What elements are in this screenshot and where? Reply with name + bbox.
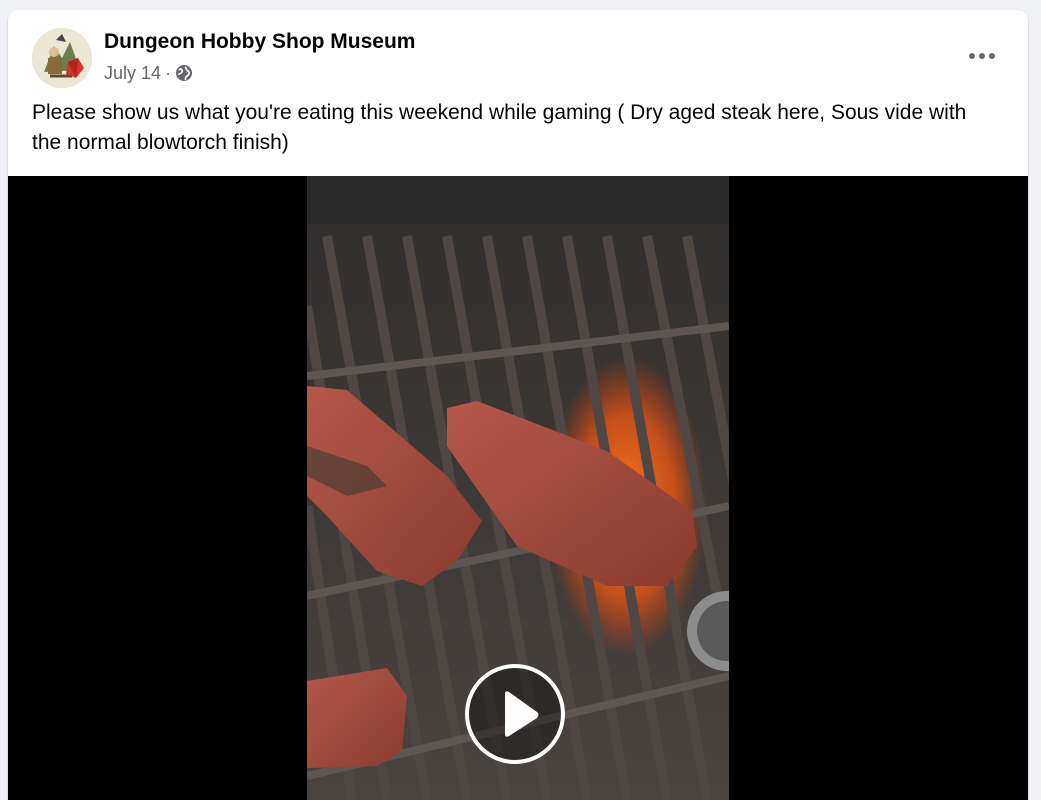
more-options-icon (969, 53, 995, 59)
play-icon (505, 691, 539, 737)
avatar-logo-icon (32, 28, 92, 88)
page-avatar[interactable] (32, 28, 92, 88)
page-name-link[interactable]: Dungeon Hobby Shop Museum (104, 30, 415, 54)
more-options-button[interactable] (964, 38, 1000, 74)
post-header: Dungeon Hobby Shop Museum July 14 · (8, 10, 1028, 90)
post-date-link[interactable]: July 14 (104, 63, 161, 84)
video-player[interactable] (8, 176, 1028, 800)
post-text: Please show us what you're eating this w… (32, 101, 967, 154)
play-button[interactable] (465, 664, 565, 764)
meta-separator: · (165, 62, 172, 83)
globe-icon[interactable] (175, 64, 193, 82)
post-card: Dungeon Hobby Shop Museum July 14 · Plea… (8, 10, 1028, 800)
post-meta: July 14 · (104, 62, 193, 84)
